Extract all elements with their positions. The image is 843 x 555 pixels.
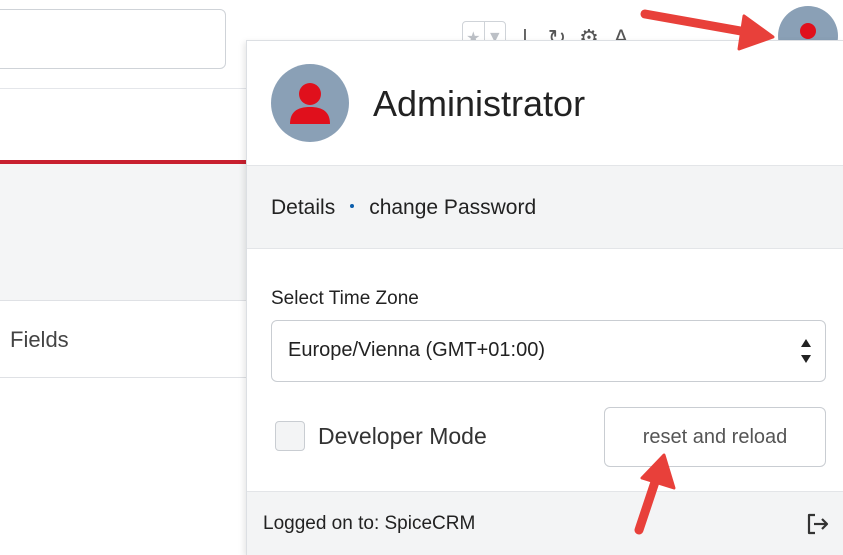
panel-user-avatar xyxy=(271,64,349,142)
user-avatar-icon xyxy=(290,83,330,124)
panel-footer: Logged on to: SpiceCRM xyxy=(247,491,843,555)
details-link[interactable]: Details xyxy=(271,196,335,220)
user-dropdown-panel: Administrator Details change Password Se… xyxy=(246,40,843,555)
user-name: Administrator xyxy=(373,83,586,124)
select-arrows-icon xyxy=(801,339,811,363)
change-password-link[interactable]: change Password xyxy=(369,196,536,220)
developer-mode-checkbox[interactable] xyxy=(275,421,305,451)
link-separator xyxy=(350,204,355,208)
fields-label: Fields xyxy=(10,327,69,352)
developer-mode-label: Developer Mode xyxy=(318,423,487,449)
logout-icon[interactable] xyxy=(803,510,831,538)
reset-and-reload-button[interactable]: reset and reload xyxy=(604,407,826,467)
timezone-select[interactable]: Europe/Vienna (GMT+01:00) xyxy=(271,320,826,382)
timezone-selected-value: Europe/Vienna (GMT+01:00) xyxy=(288,339,546,361)
timezone-label: Select Time Zone xyxy=(271,288,419,309)
background-panel xyxy=(0,164,246,301)
header-divider xyxy=(0,88,246,89)
user-links: Details change Password xyxy=(271,196,536,220)
logged-on-text: Logged on to: SpiceCRM xyxy=(263,513,476,534)
global-search-input[interactable] xyxy=(0,9,226,69)
user-links-bar: Details change Password xyxy=(247,165,843,249)
app-screen: Fields ★ ▼ | ↻ ⚙ A Administrator Details xyxy=(0,0,843,555)
